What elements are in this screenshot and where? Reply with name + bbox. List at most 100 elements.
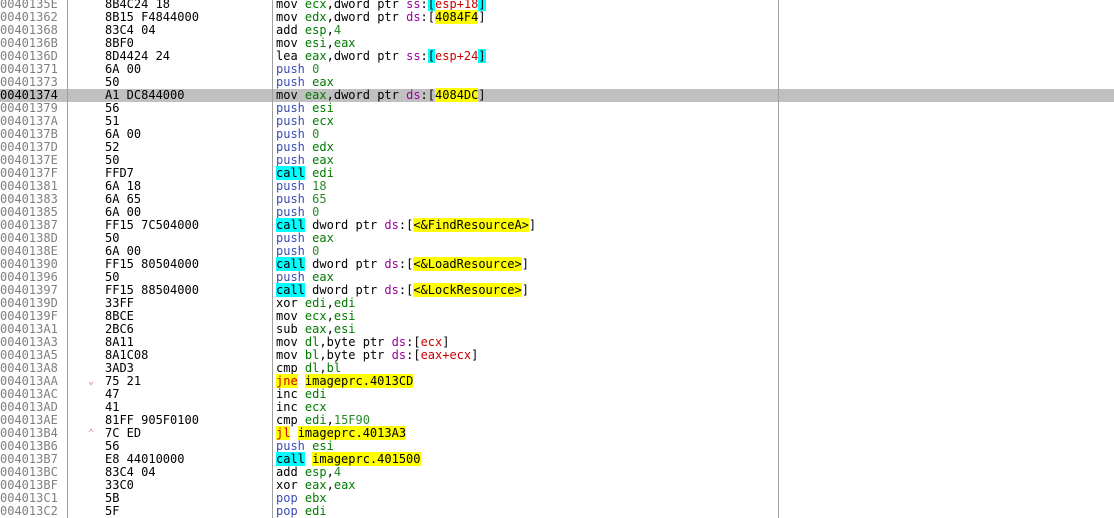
instruction-row[interactable]: 0040137A 51 push ecx — [0, 115, 1114, 128]
instruction-token: ] — [442, 335, 450, 349]
instruction-row[interactable]: 00401390 FF15 80504000 call dword ptr ds:[… — [0, 257, 1114, 271]
instruction-row[interactable]: 0040139D 33FF xor edi,edi — [0, 297, 1114, 310]
instruction-token: ] — [478, 49, 486, 63]
instruction-row[interactable]: 0040136D 8D4424 24 lea eax,dword ptr ss:[e… — [0, 49, 1114, 63]
instruction-token: push — [276, 439, 305, 453]
instruction-token: push — [276, 62, 305, 76]
instruction-token: eax — [304, 49, 327, 63]
instruction-token: esi — [333, 322, 356, 336]
instruction-token: push — [276, 101, 305, 115]
instruction-token: eax — [312, 270, 334, 284]
instruction-token: , — [326, 478, 334, 492]
instruction-token: dword ptr — [312, 218, 385, 232]
instruction-text: push ecx — [276, 115, 776, 128]
instruction-token: esi — [312, 101, 334, 115]
instruction-token: jl — [276, 426, 291, 440]
instruction-text: push eax — [276, 154, 776, 167]
instruction-row[interactable]: 004013A8 3AD3 cmp dl,bl — [0, 362, 1114, 375]
instruction-token: ] — [528, 218, 537, 232]
instruction-token: push — [276, 244, 305, 258]
instruction-row[interactable]: 00401381 6A 18 push 18 — [0, 180, 1114, 193]
instruction-token: eax+ecx — [420, 348, 472, 362]
instruction-text: lea eax,dword ptr ss:[esp+24] — [276, 49, 776, 63]
instruction-token: , — [326, 465, 334, 479]
instruction-token: <&FindResourceA> — [413, 218, 529, 232]
instruction-token: edi — [304, 504, 327, 518]
column-divider-addr — [67, 0, 68, 518]
instruction-token: eax — [312, 231, 334, 245]
instruction-token: ] — [478, 88, 486, 102]
instruction-token: 18 — [312, 179, 327, 193]
instruction-row[interactable]: 004013BF 33C0 xor eax,eax — [0, 479, 1114, 492]
instruction-token: eax — [304, 88, 327, 102]
instruction-row[interactable]: 004013C1 5B pop ebx — [0, 492, 1114, 505]
instruction-row[interactable]: 004013C2 5F pop edi — [0, 505, 1114, 518]
instruction-row[interactable]: 004013A5 8A1C08 mov bl,byte ptr ds:[eax+ec… — [0, 349, 1114, 362]
instruction-row[interactable]: 0040137E 50 push eax — [0, 154, 1114, 167]
instruction-text: push edx — [276, 141, 776, 154]
instruction-row[interactable]: 00401383 6A 65 push 65 — [0, 193, 1114, 206]
instruction-token: ds — [391, 348, 407, 362]
instruction-token: ss — [406, 49, 421, 63]
instruction-row[interactable]: 00401368 83C4 04 add esp,4 — [0, 24, 1114, 37]
instruction-token — [298, 400, 305, 414]
instruction-token — [298, 387, 305, 401]
instruction-row[interactable]: 00401397 FF15 88504000 call dword ptr ds:[… — [0, 283, 1114, 297]
instruction-text: call imageprc.401500 — [276, 452, 776, 466]
instruction-token: : — [420, 10, 428, 24]
instruction-token: 65 — [312, 192, 327, 206]
instruction-row[interactable]: 00401379 56 push esi — [0, 102, 1114, 115]
instruction-row[interactable]: 0040137F FFD7 call edi — [0, 166, 1114, 180]
instruction-row[interactable]: 004013AC 47 inc edi — [0, 388, 1114, 401]
instruction-token: push — [276, 205, 305, 219]
instruction-token: ds — [406, 10, 421, 24]
disassembly-listing[interactable]: 0040135E 8B4C24 18 mov ecx,dword ptr ss:[e… — [0, 0, 1114, 518]
instruction-token: call — [276, 257, 305, 271]
instruction-row[interactable]: 004013A3 8A11 mov dl,byte ptr ds:[ecx] — [0, 336, 1114, 349]
instruction-token: mov — [276, 335, 298, 349]
instruction-row[interactable]: 00401371 6A 00 push 0 — [0, 63, 1114, 76]
instruction-token: inc — [276, 400, 298, 414]
instruction-row[interactable]: 004013A1 2BC6 sub eax,esi — [0, 323, 1114, 336]
instruction-token: edx — [304, 10, 327, 24]
instruction-row[interactable]: 0040139F 8BCE mov ecx,esi — [0, 310, 1114, 323]
instruction-token: 4084F4 — [435, 10, 479, 24]
instruction-row[interactable]: 00401387 FF15 7C504000 call dword ptr ds:[… — [0, 218, 1114, 232]
selected-instruction-row[interactable]: 00401374 A1 DC844000 mov eax,dword ptr ds:… — [0, 88, 1114, 102]
instruction-token: eax — [312, 75, 334, 89]
instruction-row[interactable]: 004013B4 ⌃ 7C ED jl imageprc.4013A3 — [0, 426, 1114, 440]
instruction-token: bl — [326, 361, 342, 375]
instruction-text: push esi — [276, 102, 776, 115]
instruction-token: ds — [406, 88, 421, 102]
instruction-row[interactable]: 00401362 8B15 F4844000 mov edx,dword ptr d… — [0, 10, 1114, 24]
instruction-text: pop edi — [276, 505, 776, 518]
instruction-bytes: 56 — [105, 101, 120, 115]
instruction-token: push — [276, 75, 305, 89]
instruction-text: mov edx,dword ptr ds:[4084F4] — [276, 10, 776, 24]
instruction-row[interactable]: 004013BC 83C4 04 add esp,4 — [0, 466, 1114, 479]
instruction-token: , — [326, 309, 334, 323]
instruction-bytes: FF15 80504000 — [105, 257, 199, 271]
instruction-token: : — [420, 49, 428, 63]
instruction-token — [298, 88, 305, 102]
instruction-row[interactable]: 0040138D 50 push eax — [0, 232, 1114, 245]
instruction-token: ] — [471, 348, 479, 362]
instruction-row[interactable]: 004013B7 E8 44010000 call imageprc.401500 — [0, 452, 1114, 466]
instruction-token: ] — [478, 10, 486, 24]
instruction-token: ds — [384, 283, 399, 297]
instruction-row[interactable]: 0040137B 6A 00 push 0 — [0, 128, 1114, 141]
instruction-token: byte ptr — [326, 348, 392, 362]
instruction-row[interactable]: 004013AE 81FF 905F0100 cmp edi,15F90 — [0, 414, 1114, 427]
instruction-row[interactable]: 004013AA ⌄ 75 21 jne imageprc.4013CD — [0, 374, 1114, 388]
instruction-row[interactable]: 0040137D 52 push edx — [0, 141, 1114, 154]
instruction-token: edx — [312, 140, 334, 154]
instruction-token: eax — [312, 153, 334, 167]
instruction-token: edi — [312, 166, 334, 180]
instruction-token: : — [420, 88, 428, 102]
instruction-token: mov — [276, 88, 298, 102]
instruction-token — [298, 348, 305, 362]
instruction-token — [298, 322, 305, 336]
column-divider-bytes — [272, 0, 273, 518]
instruction-token: mov — [276, 309, 298, 323]
instruction-token: , — [326, 49, 334, 63]
